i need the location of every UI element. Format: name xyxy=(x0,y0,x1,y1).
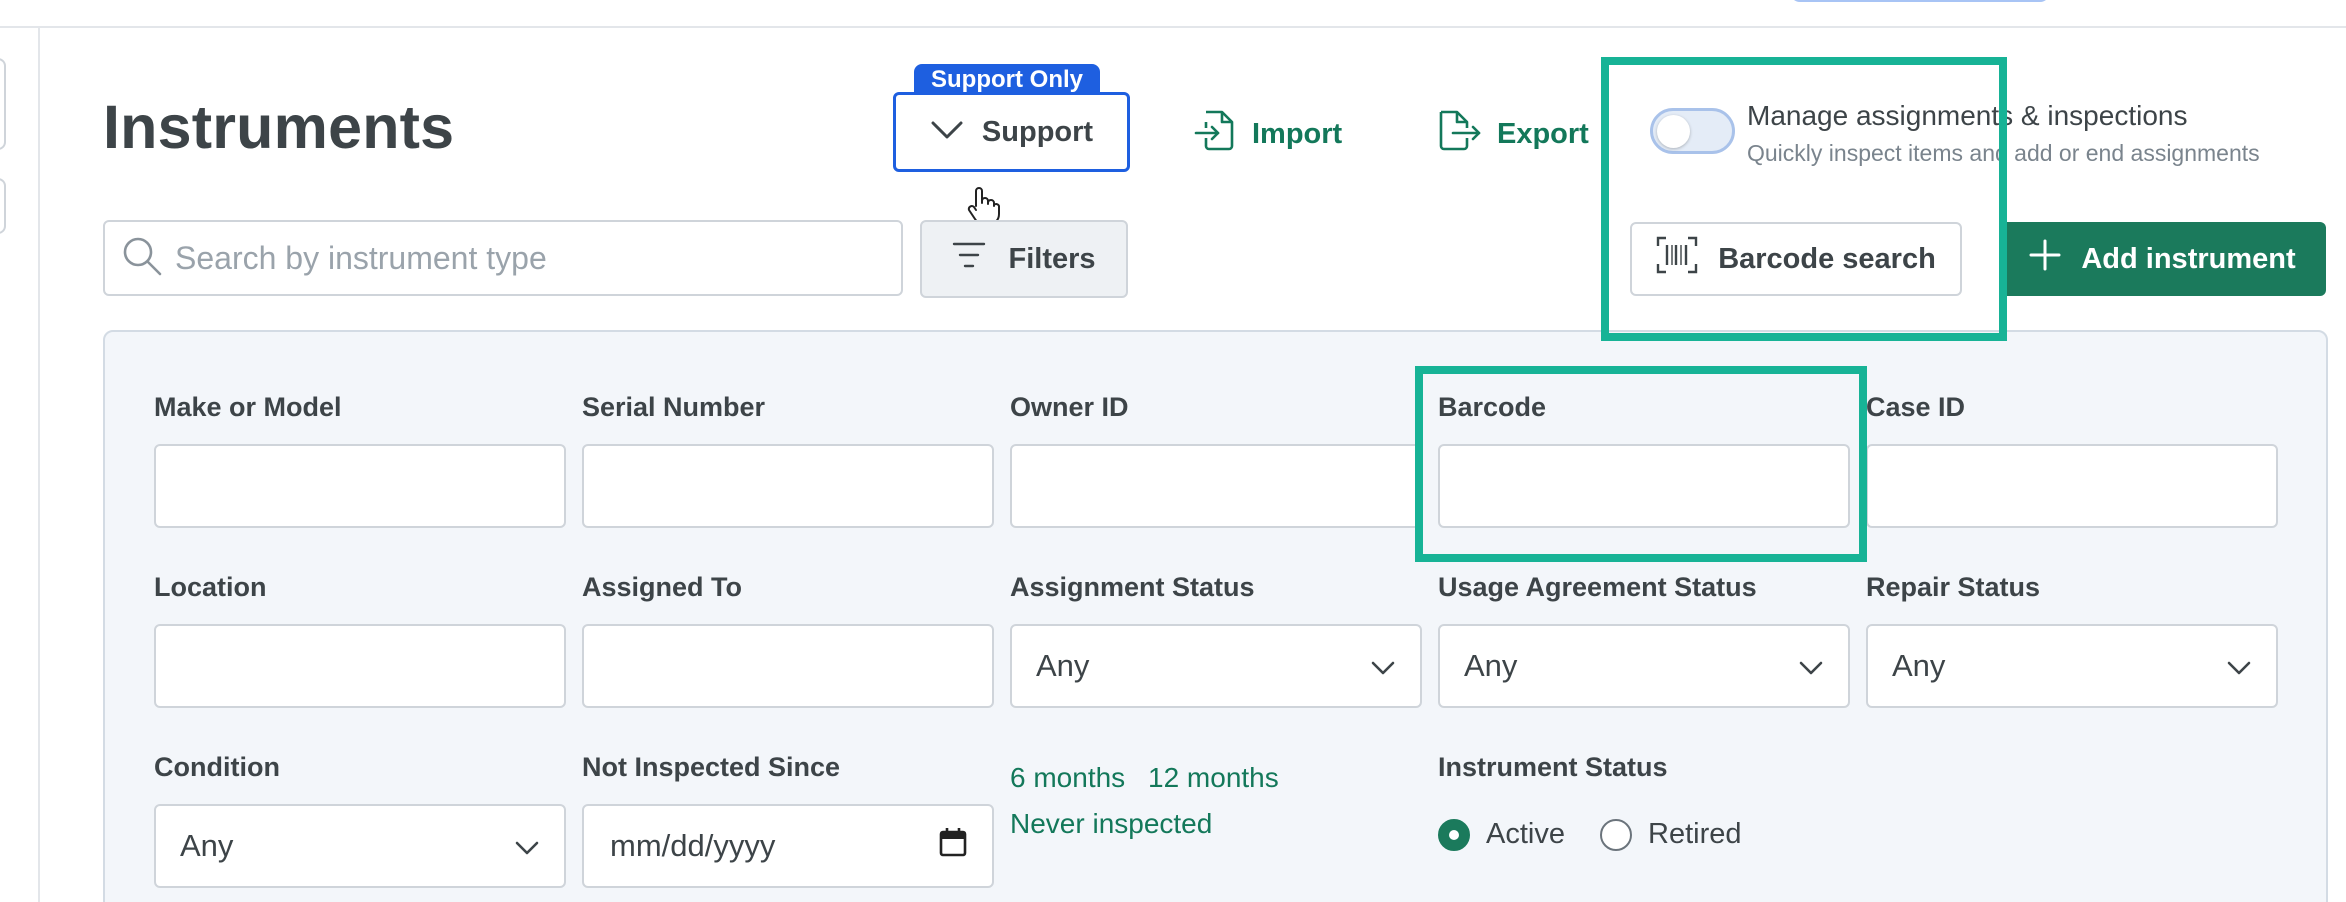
not-inspected-since-label: Not Inspected Since xyxy=(582,752,841,782)
serial-number-input[interactable] xyxy=(582,444,994,528)
import-label: Import xyxy=(1252,117,1343,150)
condition-value: Any xyxy=(180,828,234,863)
quick-link-6-months[interactable]: 6 months xyxy=(1010,762,1125,794)
quick-link-12-months[interactable]: 12 months xyxy=(1148,762,1279,794)
make-model-input[interactable] xyxy=(154,444,566,528)
chevron-down-icon xyxy=(2226,648,2252,684)
add-instrument-label: Add instrument xyxy=(2081,242,2296,275)
export-button[interactable]: Export xyxy=(1437,108,1589,160)
top-bar xyxy=(0,0,2346,28)
export-label: Export xyxy=(1497,117,1589,150)
assigned-to-label: Assigned To xyxy=(582,572,743,602)
radio-selected-icon xyxy=(1438,818,1470,851)
location-label: Location xyxy=(154,572,267,602)
repair-status-select[interactable]: Any xyxy=(1866,624,2278,708)
manage-assignments-toggle[interactable] xyxy=(1650,108,1735,154)
condition-label: Condition xyxy=(154,752,280,782)
repair-status-label: Repair Status xyxy=(1866,572,2041,602)
barcode-scan-icon xyxy=(1656,236,1698,282)
assignment-status-value: Any xyxy=(1036,648,1090,683)
date-placeholder: mm/dd/yyyy xyxy=(610,828,776,863)
make-model-label: Make or Model xyxy=(154,392,342,422)
assignment-status-label: Assignment Status xyxy=(1010,572,1255,602)
barcode-input[interactable] xyxy=(1438,444,1850,528)
calendar-icon[interactable] xyxy=(938,826,968,866)
instrument-status-label: Instrument Status xyxy=(1438,752,1668,782)
location-input[interactable] xyxy=(154,624,566,708)
toggle-knob xyxy=(1657,115,1690,148)
assignment-status-select[interactable]: Any xyxy=(1010,624,1422,708)
search-field[interactable] xyxy=(103,220,903,296)
usage-agreement-status-label: Usage Agreement Status xyxy=(1438,572,1757,602)
search-icon xyxy=(121,235,163,282)
barcode-label: Barcode xyxy=(1438,392,1547,422)
serial-number-label: Serial Number xyxy=(582,392,766,422)
page-title: Instruments xyxy=(103,93,455,161)
not-inspected-since-date-input[interactable]: mm/dd/yyyy xyxy=(582,804,994,888)
file-export-icon xyxy=(1437,108,1483,160)
support-dropdown-button[interactable]: Support xyxy=(893,92,1130,172)
plus-icon xyxy=(2029,239,2061,279)
barcode-search-button[interactable]: Barcode search xyxy=(1630,222,1962,296)
manage-assignments-title: Manage assignments & inspections xyxy=(1747,100,2188,131)
barcode-search-label: Barcode search xyxy=(1718,242,1936,275)
chevron-down-icon xyxy=(514,828,540,864)
assigned-to-input[interactable] xyxy=(582,624,994,708)
status-radio-active[interactable]: Active xyxy=(1438,818,1565,851)
rail-tab[interactable] xyxy=(0,178,6,234)
usage-agreement-status-value: Any xyxy=(1464,648,1518,683)
usage-agreement-status-select[interactable]: Any xyxy=(1438,624,1850,708)
case-id-input[interactable] xyxy=(1866,444,2278,528)
owner-id-label: Owner ID xyxy=(1010,392,1129,422)
owner-id-input[interactable] xyxy=(1010,444,1422,528)
rail-tab[interactable] xyxy=(0,58,6,150)
chevron-down-icon xyxy=(1370,648,1396,684)
import-button[interactable]: Import xyxy=(1194,108,1342,160)
left-rail xyxy=(0,28,40,902)
condition-select[interactable]: Any xyxy=(154,804,566,888)
filter-lines-icon xyxy=(952,240,986,278)
status-option-active: Active xyxy=(1486,818,1565,850)
quick-link-never-inspected[interactable]: Never inspected xyxy=(1010,808,1212,840)
search-input[interactable] xyxy=(175,239,875,277)
repair-status-value: Any xyxy=(1892,648,1946,683)
status-option-retired: Retired xyxy=(1648,818,1742,850)
file-import-icon xyxy=(1194,108,1238,160)
case-id-label: Case ID xyxy=(1866,392,1966,422)
add-instrument-button[interactable]: Add instrument xyxy=(1999,222,2326,296)
chevron-down-icon xyxy=(1798,648,1824,684)
top-bar-pill[interactable] xyxy=(1790,0,2050,2)
status-radio-retired[interactable]: Retired xyxy=(1600,818,1742,851)
support-label: Support xyxy=(981,115,1094,148)
radio-unselected-icon xyxy=(1600,818,1632,851)
manage-assignments-subtitle: Quickly inspect items and add or end ass… xyxy=(1747,140,2260,166)
chevron-down-icon xyxy=(930,119,964,146)
filters-label: Filters xyxy=(1008,242,1096,275)
filters-button[interactable]: Filters xyxy=(920,220,1128,298)
